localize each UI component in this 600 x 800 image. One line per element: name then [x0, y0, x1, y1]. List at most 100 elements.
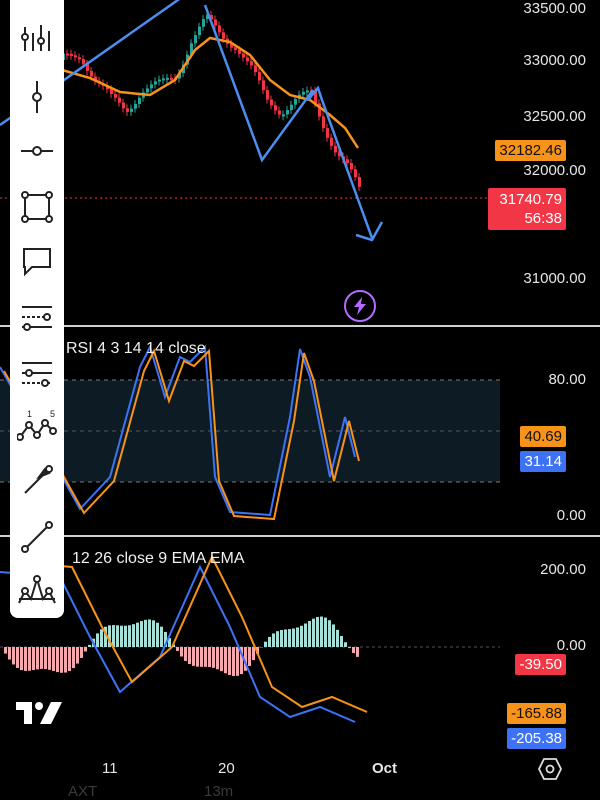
- candle: [202, 19, 205, 27]
- price-pane[interactable]: 33500.00 33000.00 32500.00 32000.00 3100…: [0, 0, 600, 325]
- macd-histogram-bar: [204, 647, 207, 667]
- candle: [138, 97, 141, 104]
- pitchfork-icon[interactable]: [10, 346, 64, 400]
- macd-histogram-bar: [180, 647, 183, 657]
- macd-histogram-bar: [16, 647, 19, 669]
- chart-settings-icon[interactable]: [537, 757, 563, 786]
- macd-histogram-bar: [84, 647, 87, 652]
- macd-pane[interactable]: 12 26 close 9 EMA EMA 200.00 0.00 -39.50…: [0, 537, 600, 752]
- candle: [118, 97, 121, 103]
- time-axis-label: Oct: [372, 760, 398, 777]
- candle: [194, 35, 197, 44]
- horizontal-line-icon[interactable]: [10, 124, 64, 178]
- price-axis-label: 33500.00: [523, 0, 586, 17]
- macd-histogram-bar: [332, 624, 335, 647]
- macd-histogram-bar: [248, 647, 251, 667]
- rsi-orange-tag: 40.69: [520, 426, 566, 447]
- macd-histogram-bar: [144, 619, 147, 647]
- macd-histogram-bar: [140, 621, 143, 647]
- xabcd-label: 1: [27, 409, 32, 419]
- candle: [150, 84, 153, 89]
- vertical-line-icon[interactable]: [10, 70, 64, 124]
- candle: [222, 32, 225, 39]
- candle: [166, 77, 169, 80]
- macd-histogram-bar: [64, 647, 67, 673]
- rsi-pane[interactable]: RSI 4 3 14 14 close 80.00 0.00 40.69 31.…: [0, 327, 600, 535]
- macd-histogram-bar: [96, 633, 99, 647]
- macd-histogram-bar: [236, 647, 239, 676]
- candle: [74, 55, 77, 58]
- drawing-toolbar[interactable]: 1 5: [10, 0, 64, 618]
- price-chart[interactable]: [0, 0, 600, 325]
- time-axis-label: 20: [218, 760, 235, 777]
- last-price-tag: 31740.79 56:38: [488, 188, 566, 230]
- macd-histogram-bar: [232, 647, 235, 677]
- rsi-axis-label: 0.00: [556, 507, 586, 524]
- candle: [306, 90, 309, 93]
- candle: [110, 89, 113, 95]
- faded-label: AXT: [68, 783, 98, 800]
- xabcd-pattern-icon[interactable]: 1 5: [10, 400, 64, 454]
- candle: [130, 108, 133, 112]
- macd-histogram-bar: [220, 647, 223, 672]
- fib-retracement-icon[interactable]: [10, 290, 64, 344]
- candle: [158, 79, 161, 82]
- macd-histogram-bar: [52, 647, 55, 671]
- candle: [134, 103, 137, 109]
- macd-histogram-bar: [340, 635, 343, 647]
- arrow-icon[interactable]: [10, 454, 64, 508]
- time-axis-label: 11: [102, 760, 118, 777]
- macd-legend[interactable]: 12 26 close 9 EMA EMA: [72, 550, 245, 568]
- rsi-legend[interactable]: RSI 4 3 14 14 close: [66, 340, 206, 358]
- macd-histogram-bar: [276, 631, 279, 647]
- macd-histogram-bar: [20, 647, 23, 671]
- macd-histogram-bar: [216, 647, 219, 670]
- macd-histogram-bar: [344, 642, 347, 647]
- lightning-icon[interactable]: [344, 290, 376, 322]
- rsi-chart[interactable]: [0, 327, 600, 535]
- macd-histogram-bar: [136, 622, 139, 647]
- xabcd-label: 5: [50, 409, 55, 419]
- macd-histogram-bar: [148, 619, 151, 647]
- rsi-axis-label: 80.00: [548, 371, 586, 388]
- head-shoulders-icon[interactable]: [10, 564, 64, 618]
- macd-histogram-bar: [80, 647, 83, 658]
- macd-histogram-bar: [36, 647, 39, 670]
- macd-histogram-bar: [264, 641, 267, 647]
- candle: [330, 137, 333, 146]
- price-axis-label: 32500.00: [523, 108, 586, 125]
- macd-histogram-bar: [188, 647, 191, 665]
- candle: [274, 105, 277, 111]
- candle: [262, 80, 265, 91]
- last-price-value: 31740.79: [499, 191, 562, 208]
- cursor-tools-icon[interactable]: [10, 12, 64, 66]
- macd-histogram-bar: [228, 647, 231, 676]
- macd-histogram-bar: [48, 647, 51, 670]
- candle: [350, 163, 353, 170]
- candle: [258, 72, 261, 81]
- macd-histogram-bar: [272, 633, 275, 647]
- macd-histogram-bar: [356, 647, 359, 657]
- candle: [246, 57, 249, 62]
- candle: [278, 110, 281, 115]
- macd-histogram-bar: [316, 617, 319, 647]
- macd-histogram-bar: [156, 622, 159, 647]
- candle: [146, 88, 149, 93]
- macd-histogram-bar: [120, 625, 123, 647]
- macd-histogram-bar: [296, 627, 299, 647]
- macd-axis-label: 200.00: [540, 561, 586, 578]
- macd-histogram-bar: [88, 644, 91, 647]
- comment-icon[interactable]: [10, 234, 64, 288]
- macd-histogram-bar: [8, 647, 11, 660]
- macd-histogram-bar: [284, 629, 287, 647]
- candle: [198, 26, 201, 36]
- candle: [290, 104, 293, 111]
- rectangle-icon[interactable]: [10, 180, 64, 234]
- candle: [250, 61, 253, 66]
- macd-histogram-bar: [128, 625, 131, 647]
- macd-histogram-bar: [76, 647, 79, 664]
- candle: [78, 57, 81, 60]
- candle: [162, 78, 165, 81]
- macd-histogram-bar: [112, 625, 115, 647]
- trend-line-icon[interactable]: [10, 510, 64, 564]
